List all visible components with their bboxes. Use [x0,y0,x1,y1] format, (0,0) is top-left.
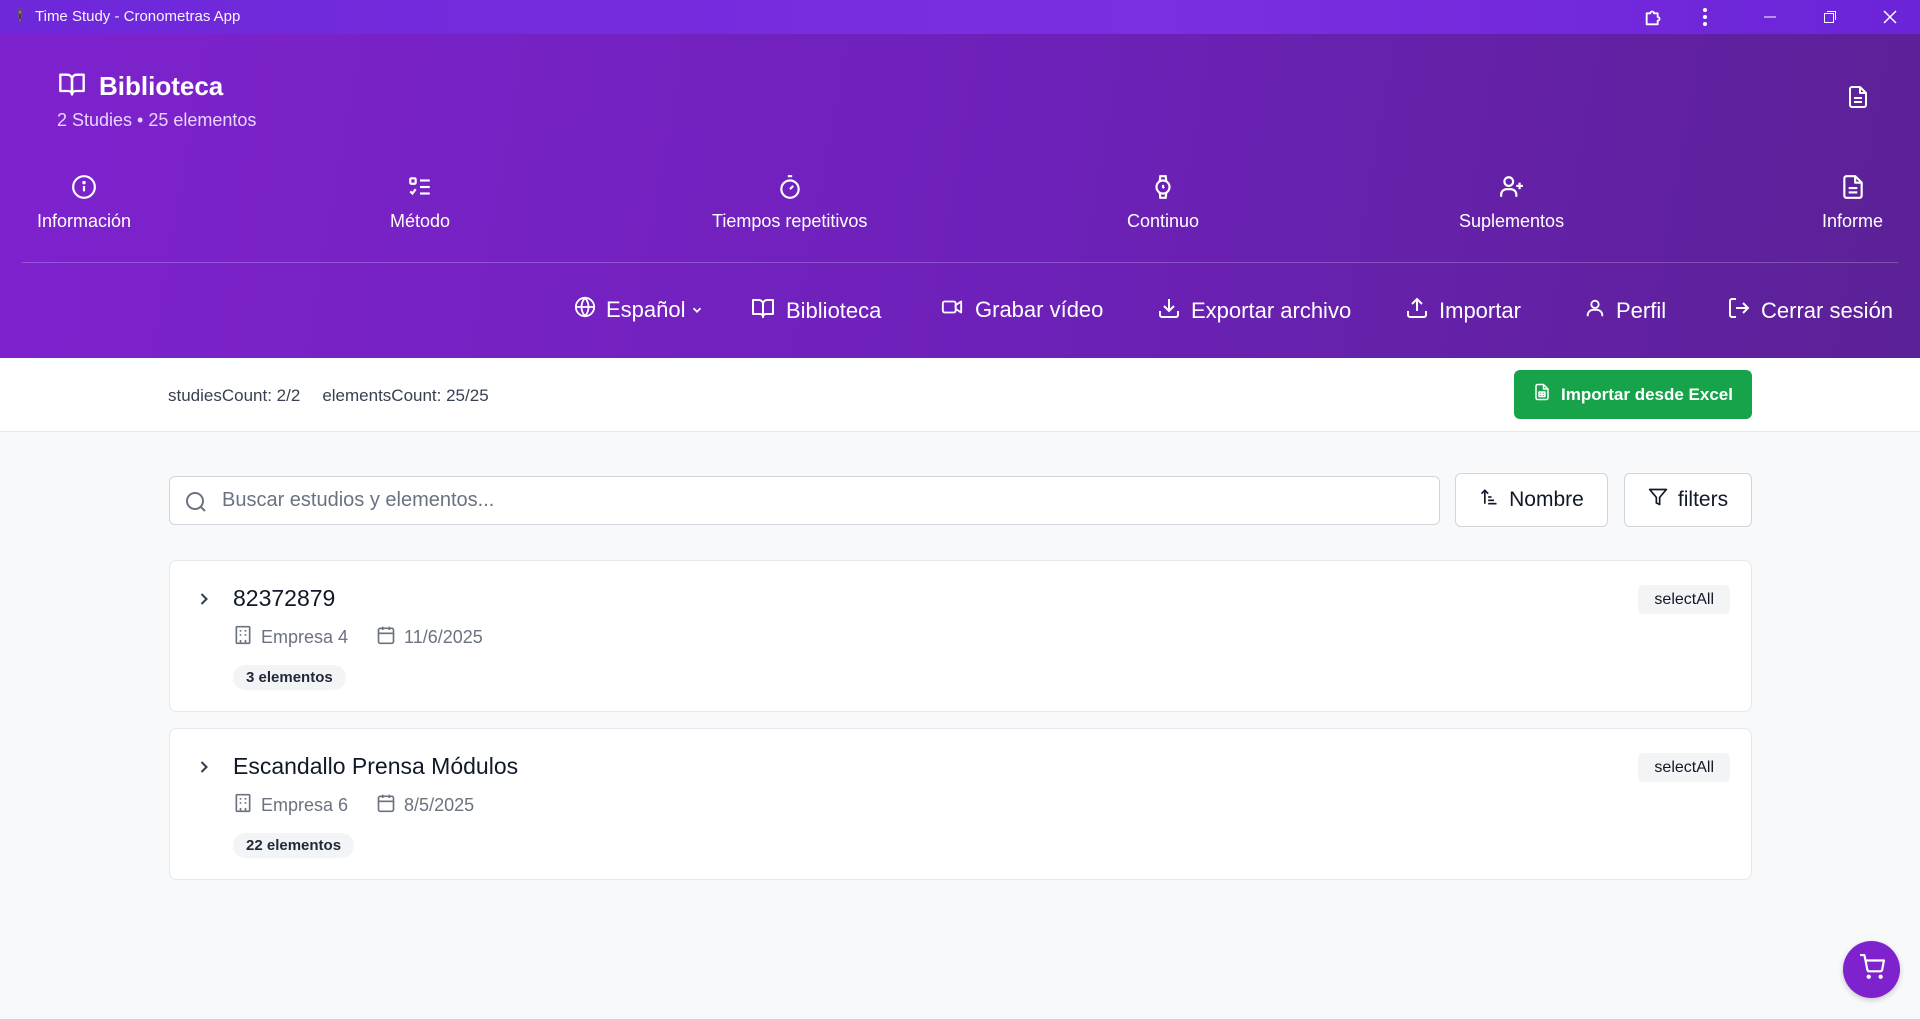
study-card[interactable]: 82372879 Empresa 4 11/6/2025 3 elementos… [169,560,1752,712]
study-date: 8/5/2025 [404,795,475,815]
watch-icon [1150,174,1176,205]
log-out-icon [1727,296,1751,326]
studies-count: studiesCount: 2/2 [168,386,301,405]
filter-icon [1648,487,1668,513]
cart-button[interactable] [1843,941,1900,998]
language-label: Español [606,297,686,322]
select-all-button[interactable]: selectAll [1638,753,1730,782]
page-title: Biblioteca [99,71,224,101]
close-button[interactable] [1874,4,1906,30]
profile-button[interactable]: Perfil [1584,296,1666,326]
study-meta: Empresa 4 11/6/2025 [233,625,483,650]
sort-label: Nombre [1509,488,1584,511]
export-file-label: Exportar archivo [1191,298,1352,323]
info-icon [71,174,97,205]
filters-button[interactable]: filters [1624,473,1752,527]
study-company: Empresa 6 [261,795,349,815]
tab-tiempos-repetitivos[interactable]: Tiempos repetitivos [712,174,867,232]
chevron-down-icon [690,297,704,323]
library-label: Biblioteca [786,298,882,323]
elements-badge: 22 elementos [233,833,355,858]
import-label: Importar [1439,298,1521,323]
search-icon [186,492,206,512]
logout-label: Cerrar sesión [1761,298,1894,323]
spreadsheet-icon [1533,382,1551,407]
tab-label: Continuo [1127,211,1200,231]
tab-metodo[interactable]: Método [390,174,450,232]
search-box [169,476,1440,525]
header-actions: Español Biblioteca Grabar vídeo Exportar… [0,296,1920,336]
window-title: Time Study - Cronometras App [35,8,241,25]
tab-continuo[interactable]: Continuo [1127,174,1199,232]
import-excel-label: Importar desde Excel [1561,384,1733,404]
search-input[interactable] [222,477,1422,524]
counts: studiesCount: 2/2 elementsCount: 25/25 [168,386,489,406]
more-vertical-icon[interactable] [1689,4,1721,30]
record-video-button[interactable]: Grabar vídeo [939,296,1103,324]
header-divider [22,262,1898,263]
study-date: 11/6/2025 [404,627,483,647]
tab-label: Suplementos [1459,211,1565,231]
chevron-right-icon[interactable] [194,757,214,782]
tab-label: Tiempos repetitivos [712,211,868,231]
minimize-button[interactable] [1754,4,1786,30]
status-bar: studiesCount: 2/2 elementsCount: 25/25 I… [0,358,1920,432]
calendar-icon [376,625,396,650]
tab-informacion[interactable]: Información [37,174,131,232]
import-excel-button[interactable]: Importar desde Excel [1514,370,1752,419]
study-card[interactable]: Escandallo Prensa Módulos Empresa 6 8/5/… [169,728,1752,880]
sort-button[interactable]: Nombre [1455,473,1608,527]
building-icon [233,625,253,650]
import-button[interactable]: Importar [1405,296,1521,326]
user-plus-icon [1499,174,1525,205]
video-icon [939,296,965,324]
book-open-icon [57,70,87,103]
study-name: Escandallo Prensa Módulos [233,753,519,779]
library-button[interactable]: Biblioteca [750,296,881,326]
export-file-button[interactable]: Exportar archivo [1157,296,1351,326]
tab-informe[interactable]: Informe [1822,174,1883,232]
logout-button[interactable]: Cerrar sesión [1727,296,1893,326]
study-name: 82372879 [233,585,336,611]
language-selector[interactable]: Español [574,296,704,324]
timer-icon [777,174,803,205]
tab-label: Información [37,211,132,231]
extensions-icon[interactable] [1638,4,1670,30]
chevron-right-icon[interactable] [194,589,214,614]
upload-icon [1405,296,1429,326]
elements-count: elementsCount: 25/25 [322,386,489,405]
document-icon [1840,174,1866,205]
shopping-cart-icon [1859,954,1885,985]
user-icon [1584,296,1606,326]
study-company: Empresa 4 [261,627,349,647]
building-icon [233,793,253,818]
app-header: Biblioteca 2 Studies • 25 elementos Info… [0,34,1920,358]
study-meta: Empresa 6 8/5/2025 [233,793,474,818]
tab-label: Método [390,211,451,231]
record-video-label: Grabar vídeo [975,297,1104,322]
select-all-button[interactable]: selectAll [1638,585,1730,614]
download-icon [1157,296,1181,326]
profile-label: Perfil [1616,298,1667,323]
list-checks-icon [407,174,433,205]
elements-badge: 3 elementos [233,665,346,690]
calendar-icon [376,793,396,818]
sort-ascending-icon [1479,487,1499,513]
page-title-row: Biblioteca [57,70,223,103]
tab-label: Informe [1822,211,1884,231]
book-open-icon [750,296,776,326]
tab-suplementos[interactable]: Suplementos [1459,174,1564,232]
document-icon[interactable] [1846,84,1870,115]
app-icon: 🕴 [12,8,29,23]
restore-button[interactable] [1814,4,1846,30]
window-titlebar: 🕴 Time Study - Cronometras App [0,0,1920,34]
globe-icon [574,296,596,324]
filters-label: filters [1677,488,1729,511]
page-subtitle: 2 Studies • 25 elementos [57,110,257,130]
main-tabs: Información Método Tiempos repetitivos C… [0,174,1920,254]
